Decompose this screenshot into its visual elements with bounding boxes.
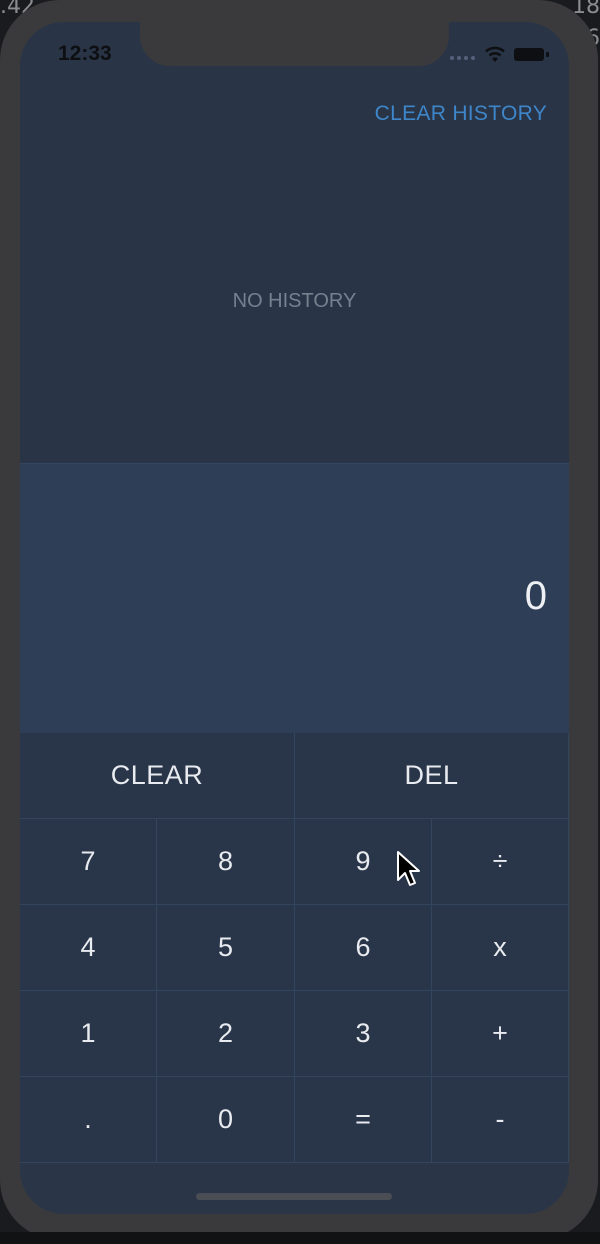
clear-button[interactable]: CLEAR xyxy=(20,733,295,819)
home-indicator[interactable] xyxy=(196,1193,392,1200)
key-decimal[interactable]: . xyxy=(20,1077,157,1163)
key-digit-7[interactable]: 7 xyxy=(20,819,157,905)
key-digit-5[interactable]: 5 xyxy=(157,905,295,991)
result-display: 0 xyxy=(20,463,569,734)
key-digit-3-label: 3 xyxy=(355,1018,371,1048)
display-value: 0 xyxy=(524,574,547,618)
no-history-label: NO HISTORY xyxy=(232,290,357,312)
clear-button-label: CLEAR xyxy=(110,760,204,790)
clear-history-button[interactable]: CLEAR HISTORY xyxy=(375,102,547,126)
key-equals-label: = xyxy=(355,1104,371,1134)
key-digit-6[interactable]: 6 xyxy=(295,905,432,991)
key-digit-5-label: 5 xyxy=(217,932,234,962)
key-digit-1[interactable]: 1 xyxy=(20,991,157,1077)
key-digit-4-label: 4 xyxy=(80,932,96,962)
key-plus[interactable]: + xyxy=(432,991,569,1077)
key-digit-2[interactable]: 2 xyxy=(157,991,295,1077)
mouse-cursor-icon xyxy=(397,851,420,886)
key-digit-7-label: 7 xyxy=(80,846,96,876)
home-area xyxy=(20,1163,569,1214)
key-digit-1-label: 1 xyxy=(80,1018,96,1048)
key-divide-label: ÷ xyxy=(492,846,508,876)
battery-cap-icon xyxy=(546,52,549,57)
key-equals[interactable]: = xyxy=(295,1077,432,1163)
key-digit-9-label: 9 xyxy=(355,846,371,876)
key-divide[interactable]: ÷ xyxy=(432,819,569,905)
key-digit-6-label: 6 xyxy=(355,932,371,962)
battery-icon xyxy=(514,48,544,61)
key-digit-2-label: 2 xyxy=(217,1018,234,1048)
notch xyxy=(140,22,449,66)
key-multiply[interactable]: x xyxy=(432,905,569,991)
history-panel: CLEAR HISTORY NO HISTORY xyxy=(20,22,569,463)
key-digit-4[interactable]: 4 xyxy=(20,905,157,991)
key-digit-3[interactable]: 3 xyxy=(295,991,432,1077)
key-digit-8-label: 8 xyxy=(217,846,234,876)
signal-dots-icon xyxy=(450,54,478,60)
bottom-strip xyxy=(0,1232,600,1244)
phone-screen: CLEAR HISTORY NO HISTORY 12:33 0 CLEAR D… xyxy=(20,22,569,1214)
status-time: 12:33 xyxy=(58,42,112,65)
key-digit-0-label: 0 xyxy=(217,1104,234,1134)
keypad: CLEAR DEL 7 8 9 ÷ 4 5 6 x 1 2 3 +. 0 = - xyxy=(20,733,569,1163)
key-plus-label: + xyxy=(492,1018,508,1048)
delete-button-label: DEL xyxy=(404,760,459,790)
key-digit-0[interactable]: 0 xyxy=(157,1077,295,1163)
delete-button[interactable]: DEL xyxy=(295,733,569,819)
key-minus-label: - xyxy=(495,1104,505,1134)
key-digit-8[interactable]: 8 xyxy=(157,819,295,905)
wifi-icon xyxy=(485,46,505,62)
key-multiply-label: x xyxy=(493,932,507,962)
key-minus[interactable]: - xyxy=(432,1077,569,1163)
key-decimal-label: . xyxy=(84,1104,92,1134)
